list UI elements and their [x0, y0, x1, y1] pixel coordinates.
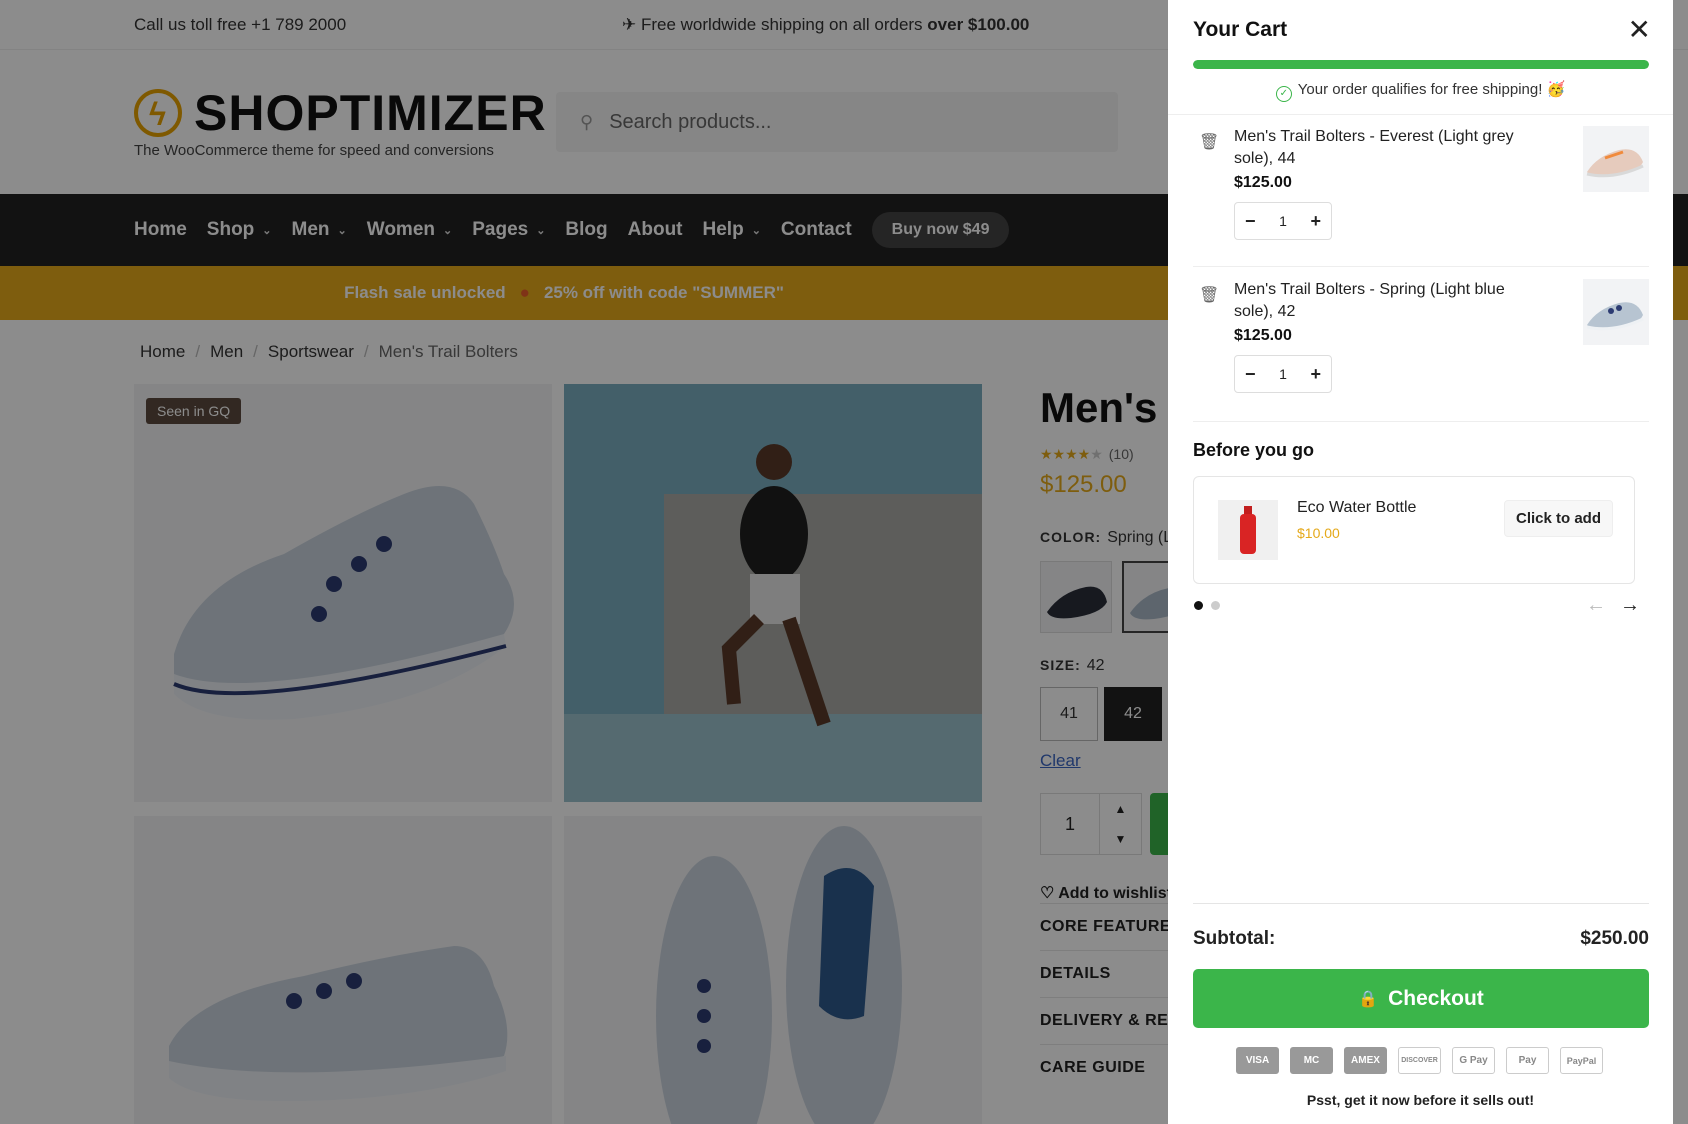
upsell-card: Eco Water Bottle $10.00 Click to add — [1193, 476, 1635, 584]
plus-icon[interactable]: + — [1310, 364, 1321, 385]
minus-icon[interactable]: − — [1245, 364, 1256, 385]
upsell-thumbnail[interactable] — [1218, 500, 1278, 560]
paypal-icon: PayPal — [1560, 1047, 1603, 1074]
lock-icon: 🔒 — [1358, 990, 1379, 1008]
cart-drawer: Your Cart ✕ ✓ Your order qualifies for fr… — [1168, 0, 1673, 1124]
free-shipping-message: ✓ Your order qualifies for free shipping!… — [1168, 80, 1673, 102]
carousel-dots — [1194, 601, 1220, 610]
minus-icon[interactable]: − — [1245, 211, 1256, 232]
carousel-dot-1[interactable] — [1194, 601, 1203, 610]
cart-item-price: $125.00 — [1234, 174, 1292, 191]
check-circle-icon: ✓ — [1275, 86, 1292, 102]
urgency-message: Psst, get it now before it sells out! — [1306, 1092, 1535, 1108]
quantity-value[interactable]: 1 — [1279, 213, 1287, 229]
subtotal-label: Subtotal: — [1193, 928, 1276, 949]
upsell-price: $10.00 — [1297, 525, 1340, 541]
carousel-dot-2[interactable] — [1211, 601, 1220, 610]
cart-item-price: $125.00 — [1234, 327, 1292, 344]
trash-icon[interactable]: 🗑 — [1199, 132, 1219, 152]
free-shipping-progress — [1193, 60, 1649, 69]
upsell-heading: Before you go — [1193, 440, 1315, 460]
cart-item-thumbnail[interactable] — [1583, 279, 1649, 345]
upsell-name[interactable]: Eco Water Bottle — [1297, 499, 1416, 517]
carousel-arrows: ← → — [1586, 594, 1640, 617]
trash-icon[interactable]: 🗑 — [1199, 285, 1219, 305]
close-icon[interactable]: ✕ — [1628, 16, 1651, 44]
cart-item-name[interactable]: Men's Trail Bolters - Everest (Light gre… — [1234, 126, 1534, 170]
progress-fill — [1193, 60, 1649, 69]
amex-icon: AMEX — [1344, 1047, 1387, 1074]
subtotal-value: $250.00 — [1580, 928, 1649, 949]
quantity-value[interactable]: 1 — [1279, 366, 1287, 382]
arrow-right-icon[interactable]: → — [1620, 594, 1640, 617]
divider — [1193, 266, 1649, 267]
quantity-stepper: − 1 + — [1234, 355, 1332, 393]
payment-methods: VISA MC AMEX DISCOVER G Pay Pay PayPal — [1236, 1047, 1603, 1074]
divider — [1193, 903, 1649, 904]
google-pay-icon: G Pay — [1452, 1047, 1495, 1074]
mastercard-icon: MC — [1290, 1047, 1333, 1074]
divider — [1193, 421, 1649, 422]
click-to-add-button[interactable]: Click to add — [1504, 500, 1613, 537]
quantity-stepper: − 1 + — [1234, 202, 1332, 240]
divider — [1168, 114, 1673, 115]
cart-title: Your Cart — [1193, 18, 1288, 41]
checkout-button[interactable]: 🔒 Checkout — [1193, 969, 1649, 1028]
apple-pay-icon: Pay — [1506, 1047, 1549, 1074]
discover-icon: DISCOVER — [1398, 1047, 1441, 1074]
cart-item-name[interactable]: Men's Trail Bolters - Spring (Light blue… — [1234, 279, 1534, 323]
arrow-left-icon[interactable]: ← — [1586, 594, 1606, 617]
cart-item-thumbnail[interactable] — [1583, 126, 1649, 192]
plus-icon[interactable]: + — [1310, 211, 1321, 232]
visa-icon: VISA — [1236, 1047, 1279, 1074]
